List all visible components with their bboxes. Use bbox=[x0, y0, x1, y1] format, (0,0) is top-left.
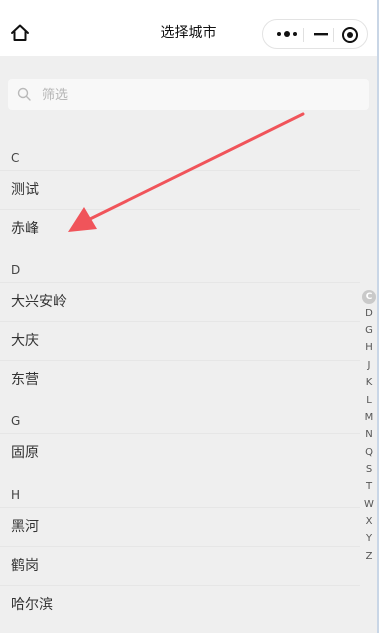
nav-header: 选择城市 bbox=[0, 0, 377, 56]
search-box bbox=[8, 79, 369, 110]
city-item[interactable]: 大庆 bbox=[0, 322, 360, 360]
index-letter[interactable]: N bbox=[360, 426, 378, 443]
index-letter[interactable]: G bbox=[360, 322, 378, 339]
section-header: D bbox=[11, 263, 21, 277]
index-letter[interactable]: H bbox=[360, 339, 378, 356]
capsule-menu bbox=[262, 19, 368, 49]
index-letter-c[interactable]: C bbox=[362, 290, 376, 304]
index-letter[interactable]: X bbox=[360, 513, 378, 530]
index-letter[interactable]: M bbox=[360, 409, 378, 426]
city-item[interactable]: 测试 bbox=[0, 171, 360, 209]
index-letter[interactable]: Z bbox=[360, 548, 378, 565]
search-input[interactable] bbox=[42, 85, 342, 105]
city-item[interactable]: 固原 bbox=[0, 434, 360, 472]
index-letter[interactable]: Q bbox=[360, 444, 378, 461]
section-header: G bbox=[11, 414, 21, 428]
section-header: C bbox=[11, 151, 20, 165]
target-close-icon[interactable] bbox=[341, 26, 359, 44]
city-item[interactable]: 东营 bbox=[0, 361, 360, 399]
city-item[interactable]: 哈尔滨 bbox=[0, 586, 360, 624]
index-letter[interactable]: W bbox=[360, 496, 378, 513]
index-letter[interactable]: J bbox=[360, 357, 378, 374]
city-item[interactable]: 大兴安岭 bbox=[0, 283, 360, 321]
capsule-divider bbox=[303, 28, 304, 42]
section-header: H bbox=[11, 488, 21, 502]
index-letter[interactable]: T bbox=[360, 478, 378, 495]
index-letter[interactable]: D bbox=[360, 305, 378, 322]
minimize-icon[interactable] bbox=[312, 27, 330, 41]
city-item[interactable]: 黑河 bbox=[0, 508, 360, 546]
capsule-divider bbox=[333, 28, 334, 42]
city-item[interactable]: 赤峰 bbox=[0, 210, 360, 248]
search-icon bbox=[17, 87, 31, 101]
index-letter[interactable]: Y bbox=[360, 530, 378, 547]
index-letter[interactable]: S bbox=[360, 461, 378, 478]
city-item[interactable]: 鹤岗 bbox=[0, 547, 360, 585]
index-letter[interactable]: L bbox=[360, 392, 378, 409]
more-dots-icon[interactable] bbox=[274, 27, 300, 41]
index-letter[interactable]: K bbox=[360, 374, 378, 391]
